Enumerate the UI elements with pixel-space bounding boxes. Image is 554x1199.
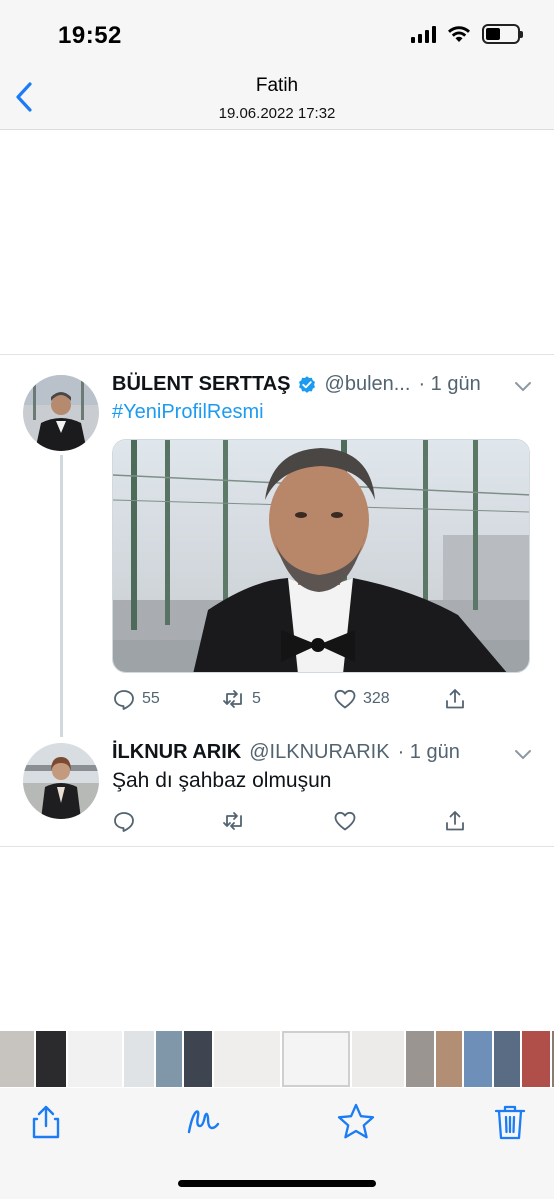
retweet-icon bbox=[223, 690, 242, 708]
top-bar: 19:52 Fatih 19.06.2022 17:32 bbox=[0, 0, 554, 130]
reply-header: İLKNUR ARIK @ILKNURARIK · 1 gün bbox=[112, 741, 460, 764]
photo-thumbnail[interactable] bbox=[0, 1031, 34, 1087]
trash-icon[interactable] bbox=[490, 1102, 530, 1142]
like-count: 328 bbox=[363, 690, 390, 707]
chevron-down-icon[interactable] bbox=[514, 381, 532, 393]
reply-icon bbox=[114, 690, 134, 710]
photo-thumbnail[interactable] bbox=[282, 1031, 350, 1087]
retweet-icon bbox=[223, 812, 242, 830]
reply-author-handle[interactable]: @ILKNURARIK bbox=[249, 741, 389, 764]
tweet-thread: BÜLENT SERTTAŞ @bulen... · 1 gün #YeniPr… bbox=[0, 354, 554, 847]
photo-thumbnail[interactable] bbox=[184, 1031, 212, 1087]
hashtag-link[interactable]: #YeniProfilResmi bbox=[112, 401, 264, 424]
nav-subtitle: 19.06.2022 17:32 bbox=[218, 105, 336, 122]
photo-thumbnail[interactable] bbox=[214, 1031, 280, 1087]
markup-icon[interactable] bbox=[184, 1102, 224, 1142]
share-icon[interactable] bbox=[26, 1102, 66, 1142]
home-indicator bbox=[178, 1180, 376, 1187]
reply-button[interactable]: 55 bbox=[112, 687, 160, 711]
tweet-header: BÜLENT SERTTAŞ @bulen... · 1 gün bbox=[112, 373, 481, 396]
photo-thumbnail[interactable] bbox=[36, 1031, 66, 1087]
author-handle[interactable]: @bulen... bbox=[325, 373, 411, 396]
tweet-photo[interactable] bbox=[112, 439, 530, 673]
status-time: 19:52 bbox=[58, 22, 122, 49]
photo-thumbnail[interactable] bbox=[406, 1031, 434, 1087]
cellular-signal-icon bbox=[411, 25, 436, 43]
reply-time: · 1 gün bbox=[397, 741, 460, 763]
reply-text: Şah dı şahbaz olmuşun bbox=[112, 769, 332, 792]
reply-button[interactable] bbox=[112, 809, 136, 833]
photo-thumbnail[interactable] bbox=[124, 1031, 154, 1087]
favorite-star-icon[interactable] bbox=[336, 1102, 376, 1142]
like-icon bbox=[334, 689, 356, 709]
reply-icon bbox=[114, 812, 134, 832]
like-icon bbox=[334, 811, 356, 831]
retweet-button[interactable] bbox=[222, 809, 246, 833]
chevron-down-icon[interactable] bbox=[514, 749, 532, 761]
nav-title: Fatih bbox=[255, 75, 299, 96]
avatar[interactable] bbox=[23, 375, 99, 451]
thread-line bbox=[60, 455, 63, 737]
author-name[interactable]: BÜLENT SERTTAŞ bbox=[112, 373, 291, 396]
retweet-count: 5 bbox=[252, 690, 261, 707]
photo-thumbnail[interactable] bbox=[68, 1031, 122, 1087]
share-button[interactable] bbox=[443, 687, 467, 711]
wifi-icon bbox=[448, 26, 470, 42]
photo-thumbnail[interactable] bbox=[156, 1031, 182, 1087]
share-button[interactable] bbox=[443, 809, 467, 833]
photo-thumbnail[interactable] bbox=[436, 1031, 462, 1087]
reply-author-name[interactable]: İLKNUR ARIK bbox=[112, 741, 241, 764]
reply-count: 55 bbox=[142, 690, 160, 707]
photo-thumbnail[interactable] bbox=[522, 1031, 550, 1087]
photo-thumbnail[interactable] bbox=[464, 1031, 492, 1087]
avatar[interactable] bbox=[23, 743, 99, 819]
share-icon bbox=[446, 811, 464, 831]
photo-thumbnail-strip[interactable] bbox=[0, 1031, 554, 1087]
photo-thumbnail[interactable] bbox=[494, 1031, 520, 1087]
tweet-time: · 1 gün bbox=[418, 373, 481, 395]
status-icons bbox=[411, 24, 523, 44]
verified-badge-icon bbox=[298, 375, 315, 393]
like-button[interactable] bbox=[333, 809, 357, 833]
retweet-button[interactable]: 5 bbox=[222, 687, 261, 711]
like-button[interactable]: 328 bbox=[333, 687, 390, 711]
battery-icon bbox=[482, 24, 523, 44]
photo-thumbnail[interactable] bbox=[352, 1031, 404, 1087]
share-icon bbox=[446, 689, 464, 709]
